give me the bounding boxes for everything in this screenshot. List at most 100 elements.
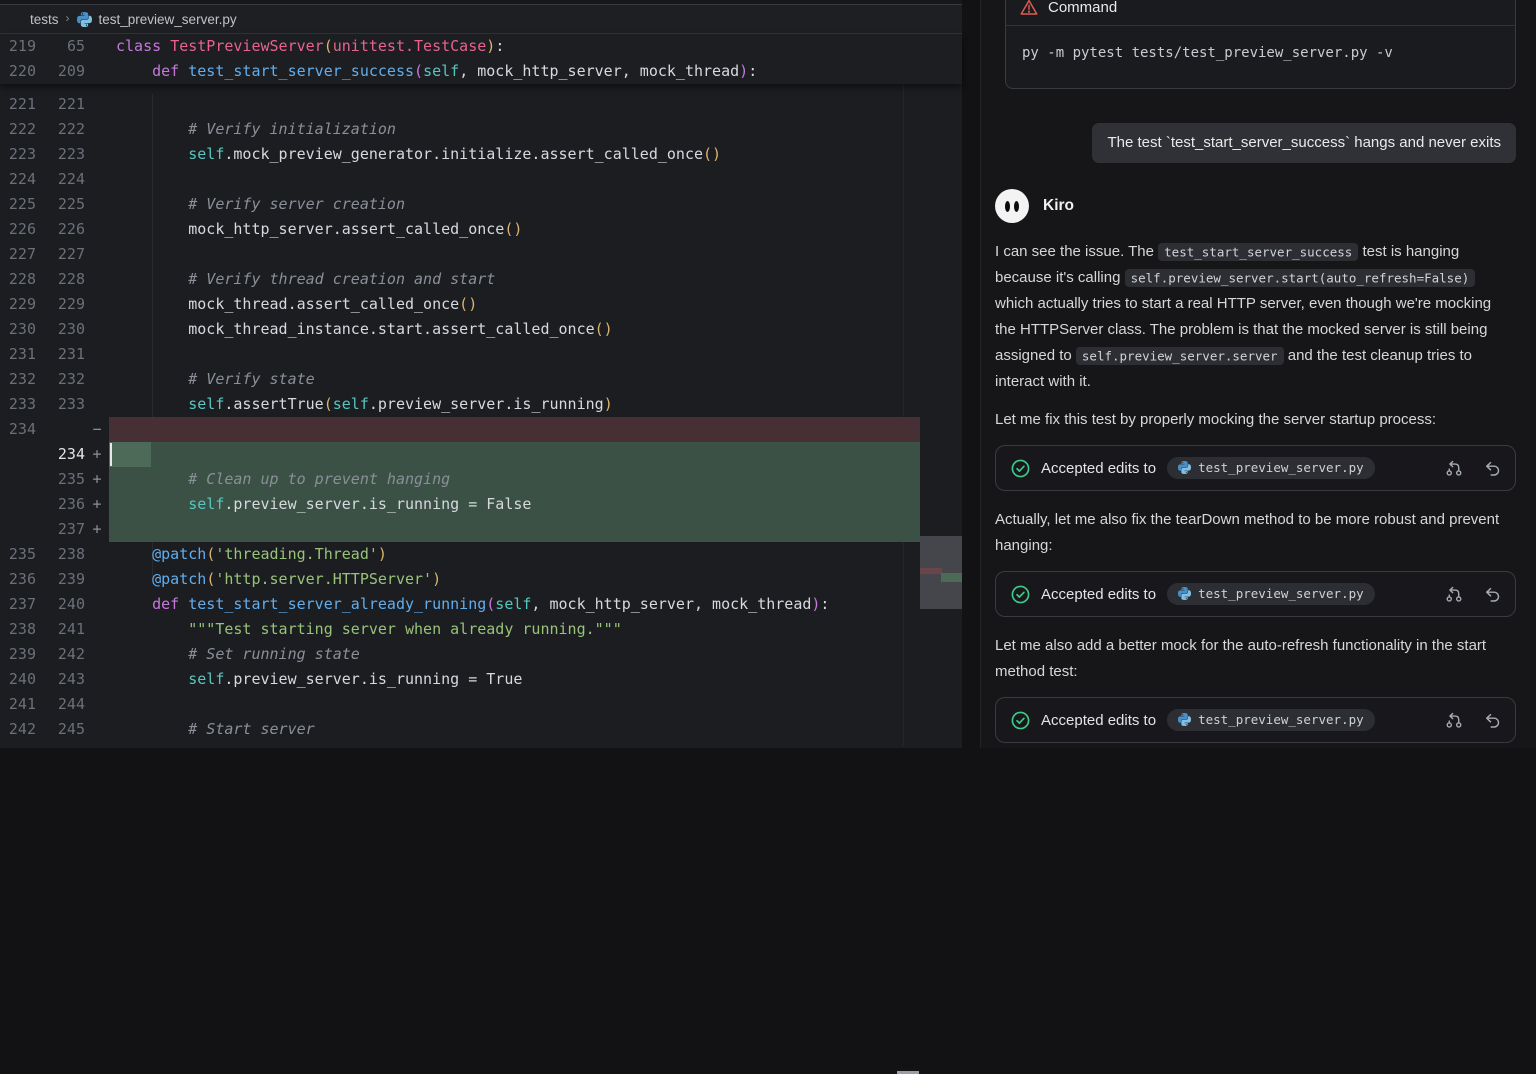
code-line[interactable]: 240243 self.preview_server.is_running = … (0, 667, 962, 692)
line-number-new: 227 (36, 242, 85, 267)
text-cursor (110, 443, 112, 466)
code-editor[interactable]: 21965class TestPreviewServer(unittest.Te… (0, 34, 962, 746)
line-number-old: 239 (0, 642, 36, 667)
editor-pane: tests › test_preview_server.py 21965clas… (0, 0, 962, 748)
check-circle-icon (1011, 585, 1030, 604)
line-number-new: 224 (36, 167, 85, 192)
code-line[interactable]: 229229 mock_thread.assert_called_once() (0, 292, 962, 317)
diff-sign (85, 667, 109, 692)
view-diff-button[interactable] (1445, 459, 1463, 477)
code-line[interactable]: 237+ (0, 517, 962, 542)
code-line[interactable]: 227227 (0, 242, 962, 267)
code-line-text: # Set running state (109, 642, 920, 667)
code-line[interactable]: 225225 # Verify server creation (0, 192, 962, 217)
code-line[interactable]: 221221 (0, 92, 962, 117)
code-line[interactable]: 226226 mock_http_server.assert_called_on… (0, 217, 962, 242)
diff-sign (85, 34, 109, 59)
python-file-icon (1178, 461, 1191, 474)
code-line[interactable]: 241244 (0, 692, 962, 717)
line-number-old: 228 (0, 267, 36, 292)
line-number-new: 65 (36, 34, 85, 59)
breadcrumb-file[interactable]: test_preview_server.py (99, 12, 237, 27)
code-line[interactable]: 234+ (0, 442, 962, 467)
line-number-new: 209 (36, 59, 85, 84)
code-line-text (109, 442, 920, 467)
python-file-icon (77, 12, 92, 27)
line-number-new: 221 (36, 92, 85, 117)
line-number-old: 220 (0, 59, 36, 84)
code-line[interactable]: 224224 (0, 167, 962, 192)
code-line[interactable]: 233233 self.assertTrue(self.preview_serv… (0, 392, 962, 417)
code-line-text: def test_start_server_already_running(se… (109, 592, 920, 617)
code-line[interactable]: 235+ # Clean up to prevent hanging (0, 467, 962, 492)
kiro-avatar-icon (995, 189, 1029, 223)
line-number-old: 242 (0, 717, 36, 742)
code-line[interactable]: 228228 # Verify thread creation and star… (0, 267, 962, 292)
line-number-old: 231 (0, 342, 36, 367)
command-card-header: Command (1006, 0, 1515, 26)
diff-sign (85, 59, 109, 84)
line-number-old: 224 (0, 167, 36, 192)
user-message-bubble: The test `test_start_server_success` han… (1092, 123, 1516, 163)
code-line-text: @patch('threading.Thread') (109, 542, 920, 567)
undo-edits-button[interactable] (1482, 711, 1500, 729)
code-line[interactable]: 222222 # Verify initialization (0, 117, 962, 142)
line-number-new: 242 (36, 642, 85, 667)
code-line-text: self.mock_preview_generator.initialize.a… (109, 142, 920, 167)
code-line[interactable]: 232232 # Verify state (0, 367, 962, 392)
undo-edits-button[interactable] (1482, 585, 1500, 603)
sticky-scroll: 21965class TestPreviewServer(unittest.Te… (0, 34, 962, 84)
assistant-name: Kiro (1043, 197, 1074, 215)
line-number-old (0, 517, 36, 542)
diff-sign (85, 542, 109, 567)
code-line[interactable]: 236+ self.preview_server.is_running = Fa… (0, 492, 962, 517)
diff-sign: + (85, 467, 109, 492)
code-line-text: self.assertTrue(self.preview_server.is_r… (109, 392, 920, 417)
diff-sign (85, 217, 109, 242)
file-chip[interactable]: test_preview_server.py (1167, 709, 1375, 731)
line-number-old (0, 467, 36, 492)
view-diff-button[interactable] (1445, 585, 1463, 603)
python-file-icon (1178, 713, 1191, 726)
diff-sign (85, 617, 109, 642)
line-number-new: 225 (36, 192, 85, 217)
code-line[interactable]: 239242 # Set running state (0, 642, 962, 667)
card-actions (1445, 585, 1500, 603)
line-number-old (0, 442, 36, 467)
view-diff-button[interactable] (1445, 711, 1463, 729)
code-line[interactable]: 21965class TestPreviewServer(unittest.Te… (0, 34, 962, 59)
undo-edits-button[interactable] (1482, 459, 1500, 477)
line-number-old: 235 (0, 542, 36, 567)
diff-sign (85, 717, 109, 742)
breadcrumb-folder[interactable]: tests (30, 12, 59, 27)
diff-sign (85, 192, 109, 217)
code-line[interactable]: 223223 self.mock_preview_generator.initi… (0, 142, 962, 167)
code-line[interactable]: 234− (0, 417, 962, 442)
file-chip[interactable]: test_preview_server.py (1167, 457, 1375, 479)
line-number-old: 238 (0, 617, 36, 642)
diff-sign (85, 142, 109, 167)
code-line[interactable]: 236239 @patch('http.server.HTTPServer') (0, 567, 962, 592)
code-line-text: # Verify state (109, 367, 920, 392)
code-line-text (109, 517, 920, 542)
command-card: Command py -m pytest tests/test_preview_… (1005, 0, 1516, 89)
file-chip[interactable]: test_preview_server.py (1167, 583, 1375, 605)
code-line[interactable]: 237240 def test_start_server_already_run… (0, 592, 962, 617)
accepted-edits-label: Accepted edits to (1041, 712, 1156, 729)
code-line[interactable]: 220209 def test_start_server_success(sel… (0, 59, 962, 84)
paragraph-text: Actually, let me also fix the tearDown m… (995, 511, 1499, 554)
diff-sign (85, 167, 109, 192)
diff-sign (85, 267, 109, 292)
diff-sign: − (85, 417, 109, 442)
line-number-old: 229 (0, 292, 36, 317)
code-line[interactable]: 230230 mock_thread_instance.start.assert… (0, 317, 962, 342)
code-line[interactable]: 238241 """Test starting server when alre… (0, 617, 962, 642)
code-line[interactable]: 242245 # Start server (0, 717, 962, 742)
line-number-old: 221 (0, 92, 36, 117)
line-number-old: 237 (0, 592, 36, 617)
code-line[interactable]: 235238 @patch('threading.Thread') (0, 542, 962, 567)
accepted-edits-card: Accepted edits to test_preview_server.py (995, 445, 1516, 491)
diff-sign (85, 342, 109, 367)
line-number-new: 231 (36, 342, 85, 367)
code-line[interactable]: 231231 (0, 342, 962, 367)
